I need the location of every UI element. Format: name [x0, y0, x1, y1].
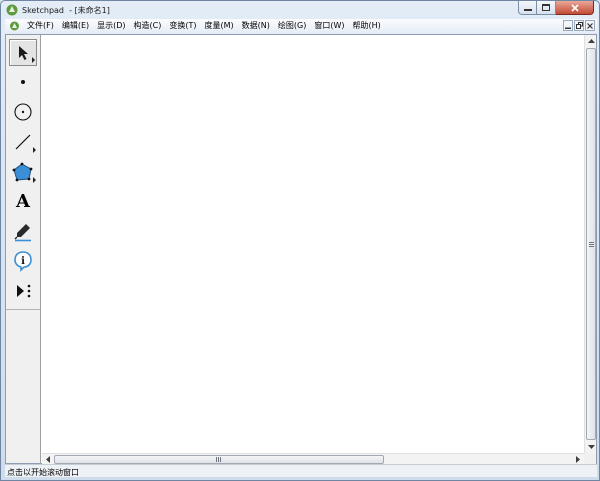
window-title: Sketchpad - [未命名1]	[22, 6, 110, 15]
info-bubble-icon: i	[14, 250, 32, 272]
arrow-down-icon	[587, 445, 595, 449]
marker-pen-icon	[14, 223, 31, 241]
vertical-scroll-thumb[interactable]	[586, 48, 596, 440]
compass-tool[interactable]	[9, 98, 37, 125]
close-button[interactable]	[556, 1, 594, 15]
scroll-left-button[interactable]	[42, 454, 54, 464]
menu-help[interactable]: 帮助(H)	[349, 20, 385, 32]
menu-bar: 文件(F) 编辑(E) 显示(D) 构造(C) 变换(T) 度量(M) 数据(N…	[5, 19, 597, 33]
status-text: 点击以开始滚动窗口	[7, 468, 79, 477]
caption-buttons	[518, 1, 594, 15]
title-bar[interactable]: Sketchpad - [未命名1]	[1, 1, 599, 19]
tool-options-flag	[33, 147, 36, 153]
document-window-controls	[563, 20, 595, 31]
document-restore-button[interactable]	[574, 20, 584, 31]
grip-icon	[588, 241, 594, 247]
menu-display[interactable]: 显示(D)	[93, 20, 129, 32]
minimize-icon	[523, 8, 532, 11]
horizontal-scroll-thumb[interactable]	[54, 455, 384, 464]
arrow-left-icon	[46, 455, 50, 463]
information-tool[interactable]: i	[9, 247, 37, 274]
toolbox-divider	[6, 309, 40, 310]
menu-window[interactable]: 窗口(W)	[310, 20, 348, 32]
minimize-button[interactable]	[518, 1, 537, 15]
info-glyph: i	[21, 256, 25, 267]
app-window: Sketchpad - [未命名1] 文件(F) 编辑(E) 显示(D) 构造(…	[0, 0, 600, 481]
menu-graph[interactable]: 绘图(G)	[274, 20, 310, 32]
arrow-pointer-icon	[19, 45, 28, 60]
custom-tool-icon	[17, 284, 31, 297]
close-icon	[570, 3, 579, 12]
marker-tool[interactable]	[9, 218, 37, 245]
grip-icon	[216, 457, 222, 462]
menu-construct[interactable]: 构造(C)	[130, 20, 166, 32]
straightedge-tool[interactable]	[9, 128, 37, 155]
menu-measure[interactable]: 度量(M)	[201, 20, 238, 32]
horizontal-scrollbar[interactable]	[42, 453, 584, 464]
scrollbar-corner	[584, 453, 596, 464]
document-window: A i	[5, 34, 597, 464]
scroll-up-button[interactable]	[585, 35, 597, 47]
tool-options-flag	[32, 57, 35, 63]
maximize-icon	[542, 4, 550, 11]
menu-transform[interactable]: 变换(T)	[165, 20, 200, 32]
scroll-down-button[interactable]	[585, 441, 597, 453]
arrow-up-icon	[587, 39, 595, 43]
scroll-right-button[interactable]	[572, 454, 584, 464]
line-segment-icon	[15, 134, 31, 149]
sketch-canvas[interactable]	[42, 35, 584, 453]
minimize-icon	[565, 27, 571, 29]
polygon-icon	[12, 162, 33, 181]
restore-icon	[575, 22, 583, 29]
custom-tool[interactable]	[9, 277, 37, 304]
toolbox: A i	[6, 35, 41, 463]
point-tool[interactable]	[9, 68, 37, 95]
circle-icon	[14, 102, 32, 121]
vertical-scrollbar[interactable]	[584, 35, 596, 453]
tool-options-flag	[33, 177, 36, 183]
close-icon	[587, 22, 593, 29]
document-system-menu-icon[interactable]	[8, 21, 20, 32]
document-minimize-button[interactable]	[563, 20, 573, 31]
menu-file[interactable]: 文件(F)	[23, 20, 58, 32]
maximize-button[interactable]	[537, 1, 556, 15]
arrow-select-tool[interactable]	[9, 39, 37, 66]
menu-edit[interactable]: 编辑(E)	[58, 20, 93, 32]
polygon-tool[interactable]	[9, 158, 37, 185]
text-a-icon: A	[16, 190, 30, 212]
sketchpad-logo-icon	[6, 4, 18, 16]
document-close-button[interactable]	[585, 20, 595, 31]
point-icon	[21, 79, 25, 84]
status-bar: 点击以开始滚动窗口	[5, 464, 597, 477]
text-tool[interactable]: A	[9, 188, 37, 215]
menu-number[interactable]: 数据(N)	[238, 20, 274, 32]
arrow-right-icon	[576, 455, 580, 463]
